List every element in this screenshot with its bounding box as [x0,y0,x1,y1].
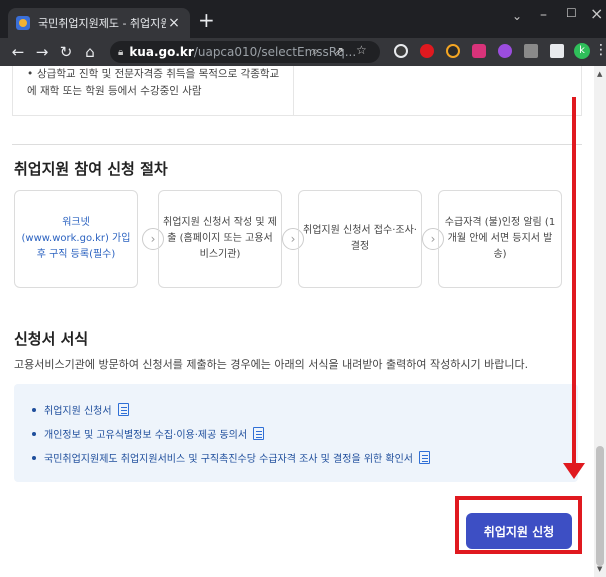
procedure-title: 취업지원 참여 신청 절차 [14,160,168,178]
minimize-icon[interactable]: – [540,7,547,23]
site-favicon-icon [16,16,30,30]
forward-icon[interactable]: → [30,43,54,61]
lock-icon: 🔒︎ [118,46,124,58]
scrollbar[interactable]: ▲ ▼ [594,66,606,577]
extension-icon[interactable] [498,44,512,58]
zoom-icon[interactable]: ⌕ [312,44,319,59]
browser-menu-icon[interactable]: ⋮ [594,42,606,58]
annotation-arrow-head [563,463,585,479]
form-link[interactable]: 취업지원 신청서 [44,402,112,417]
annotation-arrow-line [572,97,576,467]
url-host: kua.go.kr [129,45,194,59]
form-item[interactable]: 취업지원 신청서 [32,402,129,417]
eligibility-text: 상급학교 진학 및 전문자격증 취득을 목적으로 각종학교에 재학 또는 학원 … [27,68,280,97]
extension-icon[interactable] [446,44,460,58]
scroll-thumb[interactable] [596,446,604,566]
profile-avatar[interactable]: k [574,43,590,59]
step-notice: 수급자격 (불)인정 알림 (1개월 안에 서면 등지서 발송) [438,190,562,288]
form-link[interactable]: 국민취업지원제도 취업지원서비스 및 구직촉진수당 수급자격 조사 및 결정을 … [44,450,413,465]
url-path: /uapca010/selectEmssRq... [193,45,357,59]
form-link[interactable]: 개인정보 및 고유식별정보 수집·이용·제공 동의서 [44,426,247,441]
extension-icon[interactable] [394,44,408,58]
step-worknet[interactable]: 워크넷 (www.work.go.kr) 가입 후 구직 등록(필수) [14,190,138,288]
tab-search-icon[interactable]: ⌄ [512,9,522,23]
browser-toolbar: ← → ↻ ⌂ 🔒︎ kua.go.kr /uapca010/selectEms… [0,38,606,66]
table-divider [293,66,294,116]
browser-tab[interactable]: 국민취업지원제도 - 취업지원관리 × [8,8,190,38]
side-panel-icon[interactable] [550,44,564,58]
new-tab-button[interactable]: + [198,10,215,30]
document-download-icon[interactable] [419,451,431,464]
tab-close-icon[interactable]: × [166,15,182,31]
scroll-down-icon[interactable]: ▼ [597,565,602,573]
form-item[interactable]: 개인정보 및 고유식별정보 수집·이용·제공 동의서 [32,426,265,441]
back-icon[interactable]: ← [6,43,30,61]
eligibility-table: • 상급학교 진학 및 전문자격증 취득을 목적으로 각종학교에 재학 또는 학원… [12,66,582,116]
scroll-up-icon[interactable]: ▲ [597,70,602,78]
section-divider [12,144,582,145]
bookmark-star-icon[interactable]: ☆ [356,43,367,57]
forms-description: 고용서비스기관에 방문하여 신청서를 제출하는 경우에는 아래의 서식을 내려받… [14,358,529,371]
tab-title: 국민취업지원제도 - 취업지원관리 [38,17,166,30]
step-review: 취업지원 신청서 접수·조사·결정 [298,190,422,288]
document-download-icon[interactable] [117,403,129,416]
annotation-highlight-box [455,496,582,554]
home-icon[interactable]: ⌂ [78,43,102,61]
forms-list: 취업지원 신청서 개인정보 및 고유식별정보 수집·이용·제공 동의서 국민취업… [14,384,578,482]
extensions-puzzle-icon[interactable] [524,44,538,58]
browser-tabstrip: 국민취업지원제도 - 취업지원관리 × + ⌄ – ☐ × [0,0,606,38]
step-apply: 취업지원 신청서 작성 및 제출 (홈페이지 또는 고용서비스기관) [158,190,282,288]
share-icon[interactable]: ⇗ [334,44,344,58]
extension-icon[interactable] [420,44,434,58]
extension-icon[interactable] [472,44,486,58]
maximize-icon[interactable]: ☐ [566,6,577,20]
forms-title: 신청서 서식 [14,330,89,348]
reload-icon[interactable]: ↻ [54,43,78,61]
form-item[interactable]: 국민취업지원제도 취업지원서비스 및 구직촉진수당 수급자격 조사 및 결정을 … [32,450,431,465]
document-download-icon[interactable] [253,427,265,440]
procedure-steps: 워크넷 (www.work.go.kr) 가입 후 구직 등록(필수) › 취업… [14,190,570,288]
close-window-icon[interactable]: × [590,4,603,23]
